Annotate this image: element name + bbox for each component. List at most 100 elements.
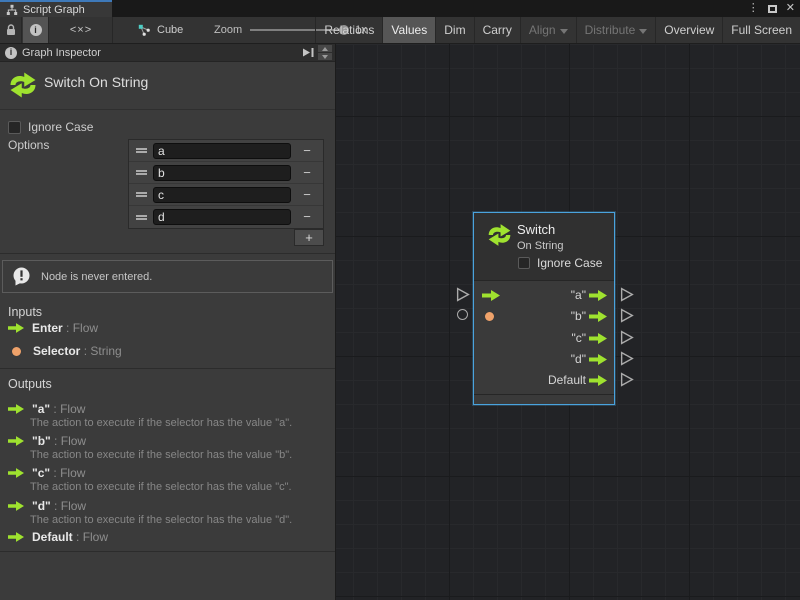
triangle-port-icon <box>620 308 634 323</box>
flow-out-port-icon[interactable] <box>589 311 607 322</box>
info-icon: i <box>30 24 42 36</box>
external-flow-port[interactable] <box>620 372 634 392</box>
triangle-port-icon <box>456 287 470 302</box>
add-option-button[interactable]: + <box>294 229 324 246</box>
node-ignore-case-checkbox[interactable] <box>518 257 530 269</box>
graph-hierarchy-icon <box>6 4 18 16</box>
relations-button[interactable]: Relations <box>315 17 382 43</box>
output-port-desc: The action to execute if the selector ha… <box>30 514 292 526</box>
string-port-icon <box>12 347 21 356</box>
output-port-a: "a" : Flow <box>8 402 85 416</box>
toolbar: i <×> Cube Zoom 1x Relations Values Dim <box>0 17 800 44</box>
dock-panel-icon[interactable] <box>302 47 315 58</box>
option-row: − <box>129 184 323 206</box>
input-port-enter: Enter : Flow <box>8 321 98 335</box>
drag-handle-icon[interactable] <box>129 170 153 175</box>
scroll-up-button[interactable] <box>318 45 332 52</box>
remove-option-button[interactable]: − <box>291 184 323 206</box>
drag-handle-icon[interactable] <box>129 192 153 197</box>
remove-option-button[interactable]: − <box>291 140 323 162</box>
option-row: − <box>129 206 323 228</box>
option-input[interactable] <box>153 187 291 203</box>
option-input[interactable] <box>153 165 291 181</box>
external-value-port[interactable] <box>457 309 468 320</box>
triangle-port-icon <box>620 330 634 345</box>
close-icon[interactable]: ✕ <box>786 3 795 14</box>
switch-on-string-node[interactable]: Switch On String Ignore Case "a" "b" "c" <box>473 212 615 405</box>
node-subtitle: On String <box>517 240 563 252</box>
external-flow-port[interactable] <box>456 287 470 307</box>
maximize-icon[interactable] <box>768 5 777 13</box>
script-graph-window: Script Graph ⋮ ✕ i <×> <box>0 0 800 600</box>
graph-inspector-panel: i Graph Inspector Switch On String <box>0 44 336 600</box>
flow-arrow-icon <box>8 468 24 478</box>
overview-button[interactable]: Overview <box>655 17 722 43</box>
tab-title: Script Graph <box>23 4 85 16</box>
selector-port-icon[interactable] <box>485 312 494 321</box>
remove-option-button[interactable]: − <box>291 162 323 184</box>
tab-bar: Script Graph ⋮ ✕ <box>0 0 800 17</box>
external-flow-port[interactable] <box>620 351 634 371</box>
lock-button[interactable] <box>0 17 22 43</box>
flow-arrow-icon <box>8 436 24 446</box>
option-input[interactable] <box>153 143 291 159</box>
chevron-down-icon <box>560 29 568 34</box>
inspector-header-title: Graph Inspector <box>22 47 101 59</box>
warning-box: Node is never entered. <box>2 260 333 293</box>
inspector-node-title: Switch On String <box>44 74 148 90</box>
node-port-row: "c" <box>474 328 614 349</box>
output-port-d: "d" : Flow <box>8 499 86 513</box>
flow-in-port-icon[interactable] <box>482 290 500 301</box>
node-port-row: "d" <box>474 349 614 370</box>
values-button[interactable]: Values <box>382 17 435 43</box>
breadcrumb-label: Cube <box>157 24 183 36</box>
window-menu-icon[interactable]: ⋮ <box>748 3 759 14</box>
remove-option-button[interactable]: − <box>291 206 323 228</box>
code-icon: <×> <box>70 24 92 36</box>
fullscreen-button[interactable]: Full Screen <box>722 17 800 43</box>
node-title-block: Switch On String <box>0 62 335 110</box>
option-input[interactable] <box>153 209 291 225</box>
output-port-b: "b" : Flow <box>8 434 86 448</box>
node-output-label: "a" <box>571 288 586 302</box>
output-port-default: Default : Flow <box>8 530 108 544</box>
output-port-c: "c" : Flow <box>8 466 85 480</box>
warning-bubble-icon <box>11 266 32 287</box>
drag-handle-icon[interactable] <box>129 148 153 153</box>
options-label: Options <box>8 138 49 152</box>
flow-out-port-icon[interactable] <box>589 333 607 344</box>
external-flow-port[interactable] <box>620 330 634 350</box>
external-flow-port[interactable] <box>620 287 634 307</box>
flow-arrow-icon <box>8 532 24 542</box>
caret-up-icon <box>322 47 328 51</box>
switch-node-icon <box>486 222 513 248</box>
lock-icon <box>6 24 16 36</box>
carry-button[interactable]: Carry <box>474 17 520 43</box>
flow-arrow-icon <box>8 323 24 333</box>
distribute-dropdown[interactable]: Distribute <box>576 17 656 43</box>
ignore-case-checkbox[interactable] <box>8 121 21 134</box>
output-port-desc: The action to execute if the selector ha… <box>30 481 292 493</box>
breadcrumb[interactable]: Cube <box>138 17 183 43</box>
node-port-row: "b" <box>474 306 614 327</box>
drag-handle-icon[interactable] <box>129 215 153 220</box>
triangle-port-icon <box>620 287 634 302</box>
node-header[interactable]: Switch On String Ignore Case <box>474 213 614 281</box>
code-preview-button[interactable]: <×> <box>50 17 113 43</box>
info-toggle-button[interactable]: i <box>23 17 49 43</box>
warning-text: Node is never entered. <box>41 271 152 283</box>
node-port-row: Default <box>474 370 614 391</box>
align-dropdown[interactable]: Align <box>520 17 576 43</box>
external-flow-port[interactable] <box>620 308 634 328</box>
ignore-case-row: Ignore Case <box>8 120 93 134</box>
scroll-down-button[interactable] <box>318 53 332 60</box>
node-output-label: "b" <box>571 309 586 323</box>
graph-canvas[interactable]: Switch On String Ignore Case "a" "b" "c" <box>336 44 800 600</box>
flow-arrow-icon <box>8 501 24 511</box>
flow-out-port-icon[interactable] <box>589 354 607 365</box>
tab-script-graph[interactable]: Script Graph <box>0 0 112 17</box>
flow-out-port-icon[interactable] <box>589 375 607 386</box>
dim-button[interactable]: Dim <box>435 17 473 43</box>
inputs-heading: Inputs <box>8 305 42 319</box>
flow-out-port-icon[interactable] <box>589 290 607 301</box>
